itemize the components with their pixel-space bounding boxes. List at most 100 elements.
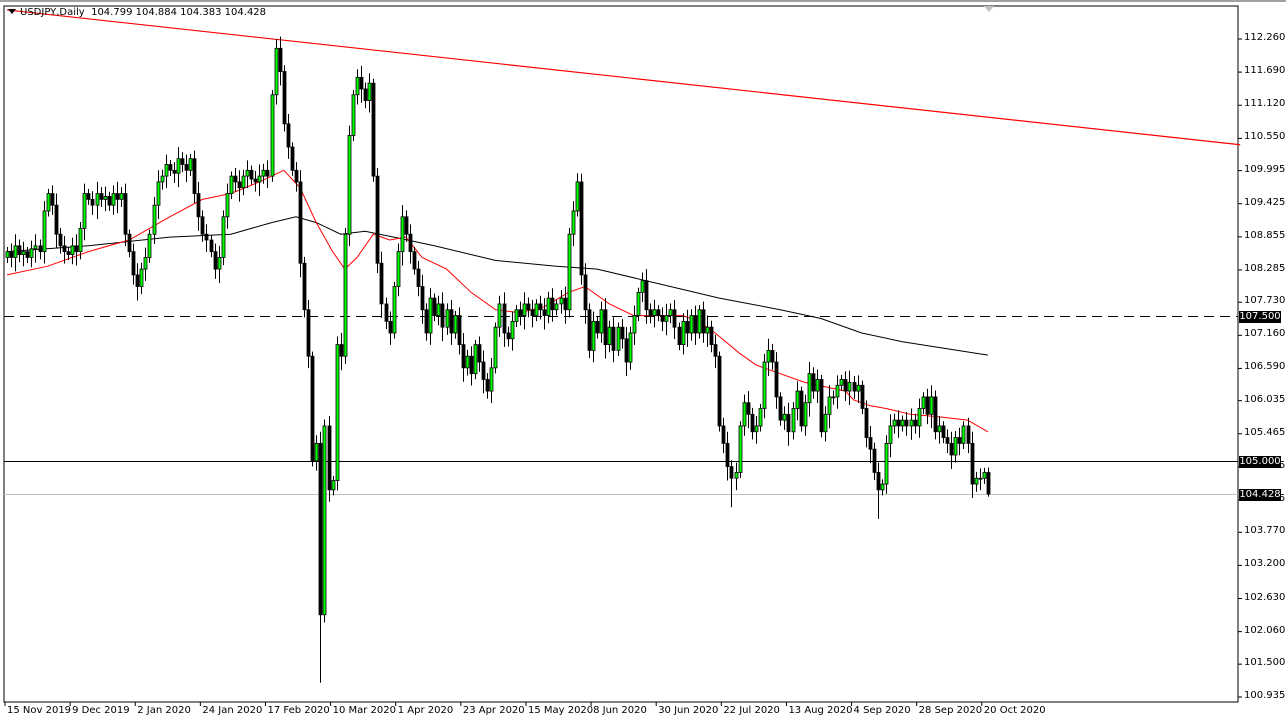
bullish-candle: [164, 164, 169, 177]
bullish-candle: [274, 47, 279, 96]
bearish-candle: [196, 193, 201, 218]
bullish-candle: [70, 245, 75, 255]
bullish-candle: [758, 408, 763, 427]
bullish-candle: [668, 309, 673, 316]
bearish-candle: [477, 344, 482, 363]
bearish-candle: [701, 309, 706, 334]
bullish-candle: [567, 233, 572, 311]
bullish-candle: [42, 210, 47, 253]
bullish-candle: [522, 303, 527, 316]
bearish-candle: [721, 425, 726, 444]
bearish-candle: [530, 309, 535, 316]
bearish-candle: [66, 251, 71, 255]
bearish-candle: [50, 193, 55, 206]
bearish-candle: [131, 251, 136, 276]
bearish-candle: [583, 274, 588, 311]
bullish-candle: [156, 181, 161, 206]
bearish-candle: [819, 379, 824, 433]
bearish-candle: [9, 251, 14, 258]
bullish-candle: [921, 396, 926, 409]
bearish-candle: [86, 193, 91, 200]
bullish-candle: [5, 251, 10, 258]
bearish-candle: [538, 303, 543, 311]
bearish-candle: [327, 425, 332, 491]
x-tick-label: 1 Apr 2020: [397, 705, 454, 716]
bullish-candle: [493, 326, 498, 369]
bearish-candle: [412, 251, 417, 270]
bearish-candle: [587, 309, 592, 351]
bearish-candle: [648, 309, 653, 316]
y-tick-label: 103.770: [1244, 525, 1286, 537]
bearish-candle: [290, 146, 295, 171]
chart-shift-marker-icon[interactable]: [984, 6, 994, 12]
bullish-candle: [322, 425, 327, 616]
bullish-candle: [575, 181, 580, 212]
bearish-candle: [278, 47, 283, 72]
y-tick-label: 102.630: [1244, 591, 1286, 603]
bearish-candle: [318, 442, 323, 616]
bullish-candle: [681, 320, 686, 346]
bearish-candle: [876, 472, 881, 491]
bearish-candle: [25, 251, 30, 258]
bullish-candle: [978, 477, 983, 480]
bearish-candle: [416, 268, 421, 287]
bearish-candle: [502, 303, 507, 334]
bearish-candle: [485, 379, 490, 392]
bearish-candle: [770, 350, 775, 363]
bearish-candle: [200, 216, 205, 235]
bullish-candle: [974, 477, 979, 485]
bullish-candle: [33, 245, 38, 250]
bearish-candle: [717, 355, 722, 427]
bearish-candle: [213, 251, 218, 270]
x-tick-label: 8 Jun 2020: [593, 705, 647, 716]
bearish-candle: [542, 309, 547, 316]
y-tick-label: 103.200: [1244, 558, 1286, 570]
bullish-candle: [847, 381, 852, 392]
bearish-candle: [941, 425, 946, 438]
bearish-candle: [677, 326, 682, 346]
x-tick-label: 10 Mar 2020: [332, 705, 396, 716]
dropdown-triangle-icon[interactable]: [8, 9, 16, 14]
bullish-candle: [428, 297, 433, 334]
bearish-candle: [672, 309, 677, 328]
bullish-candle: [510, 320, 515, 340]
x-tick-label: 13 Aug 2020: [788, 705, 853, 716]
bearish-candle: [620, 326, 625, 340]
bearish-candle: [457, 315, 462, 346]
bullish-candle: [909, 419, 914, 427]
bearish-candle: [282, 71, 287, 125]
y-tick-label: 111.690: [1244, 65, 1286, 77]
bearish-candle: [408, 233, 413, 253]
bullish-candle: [119, 193, 124, 200]
bullish-candle: [742, 402, 747, 427]
bearish-candle: [209, 239, 214, 253]
x-tick-label: 2 Jan 2020: [137, 705, 191, 716]
x-tick-label: 24 Jan 2020: [202, 705, 263, 716]
bullish-candle: [782, 413, 787, 421]
bullish-candle: [82, 193, 87, 229]
bearish-candle: [17, 245, 22, 255]
bullish-candle: [534, 303, 539, 316]
bullish-candle: [241, 175, 246, 189]
x-tick-label: 23 Apr 2020: [462, 705, 525, 716]
resistance-107-5-price-label: 107.500: [1239, 310, 1281, 323]
x-tick-label: 22 Jul 2020: [723, 705, 780, 716]
chart-window: USDJPY,Daily 104.799 104.884 104.383 104…: [0, 0, 1286, 722]
bullish-candle: [766, 350, 771, 363]
bearish-candle: [778, 396, 783, 421]
bullish-candle: [78, 228, 83, 253]
bullish-candle: [559, 297, 564, 305]
bullish-candle: [554, 303, 559, 311]
bearish-candle: [54, 204, 59, 235]
bearish-candle: [253, 178, 258, 183]
bullish-candle: [314, 442, 319, 462]
bearish-candle: [233, 175, 238, 183]
bullish-candle: [640, 280, 645, 293]
x-tick-label: 9 Dec 2019: [72, 705, 130, 716]
bearish-candle: [363, 88, 368, 101]
bearish-candle: [986, 472, 991, 495]
bullish-candle: [795, 390, 800, 409]
price-chart[interactable]: [0, 2, 1286, 724]
bullish-candle: [815, 379, 820, 392]
y-tick-label: 111.120: [1244, 98, 1286, 110]
